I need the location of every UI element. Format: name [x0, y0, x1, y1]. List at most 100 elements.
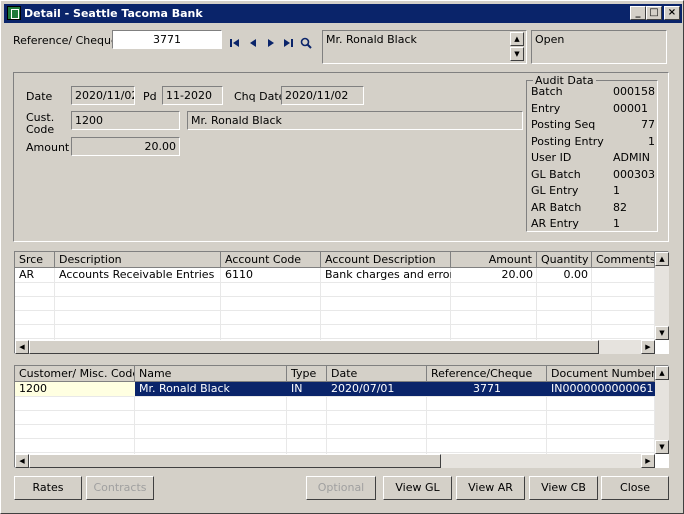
last-record-icon[interactable] [282, 37, 294, 49]
audit-label: AR Entry [531, 217, 579, 230]
grid-row-line [15, 410, 655, 411]
grid-row-line [15, 282, 655, 283]
chq-date-field: 2020/11/02 [281, 86, 364, 105]
gl-scroll-left[interactable]: ◀ [15, 340, 29, 354]
grid-row-line [15, 338, 655, 339]
audit-value: 00001 [613, 101, 648, 115]
gl_grid-cell[interactable]: Accounts Receivable Entries [55, 268, 221, 282]
grid-row-line [15, 452, 655, 453]
ar-grid-body: Customer/ Misc. Code Name Type Date Referenc… [15, 366, 655, 454]
chq-date-label: Chq Date [234, 90, 286, 103]
gl-scroll-right[interactable]: ▶ [641, 340, 655, 354]
detail-window: Detail - Seattle Tacoma Bank _ □ × Refer… [0, 0, 684, 514]
gl-scroll-down[interactable]: ▼ [655, 326, 669, 340]
cust-code-label-line2: Code [26, 123, 55, 136]
audit-value: 1 [613, 184, 620, 197]
customer-code-field: 1200 [71, 111, 180, 130]
period-field: 11-2020 [162, 86, 223, 105]
window-title: Detail - Seattle Tacoma Bank [24, 7, 203, 20]
ar_grid-cell[interactable]: 2020/07/01 [327, 382, 427, 396]
ar_grid-column-header[interactable]: Name [135, 366, 287, 382]
gl_grid-cell[interactable]: AR [15, 268, 55, 282]
gl_grid-cell[interactable]: 6110 [221, 268, 321, 282]
title-bar: Detail - Seattle Tacoma Bank _ □ × [4, 4, 682, 23]
gl_grid-column-header[interactable]: Srce [15, 252, 55, 268]
close-window-button[interactable]: × [664, 6, 680, 20]
view-ar-button[interactable]: View AR [456, 476, 525, 500]
audit-label: Batch [531, 85, 563, 98]
ar-hscroll-thumb[interactable] [29, 454, 441, 468]
first-record-icon[interactable] [229, 37, 241, 49]
close-button[interactable]: Close [601, 476, 669, 500]
amount-label: Amount [26, 141, 70, 154]
audit-label: Entry [531, 101, 561, 115]
ar_grid-cell[interactable]: 3771 [427, 382, 547, 396]
status-display: Open [531, 30, 667, 64]
gl_grid-column-header[interactable]: Quantity [537, 252, 592, 268]
search-icon[interactable] [300, 37, 312, 49]
audit-value: 77 [641, 118, 655, 131]
rates-button[interactable]: Rates [14, 476, 82, 500]
ar_grid-cell[interactable]: IN0000000000061 [547, 382, 655, 396]
gl_grid-column-header[interactable]: Comments [592, 252, 655, 268]
gl_grid-cell[interactable]: 20.00 [451, 268, 537, 282]
date-field: 2020/11/02 [71, 86, 135, 105]
gl_grid-cell[interactable]: 0.00 [537, 268, 592, 282]
ar-scroll-down[interactable]: ▼ [655, 440, 669, 454]
grid-row-line [15, 424, 655, 425]
ar_grid-cell[interactable]: 1200 [15, 382, 135, 396]
ar_grid-column-header[interactable]: Reference/Cheque [427, 366, 547, 382]
payee-text: Mr. Ronald Black [326, 33, 417, 46]
grid-row-line [15, 438, 655, 439]
ar_grid-column-header[interactable]: Customer/ Misc. Code [15, 366, 135, 382]
ar_grid-column-header[interactable]: Date [327, 366, 427, 382]
audit-label: User ID [531, 151, 572, 164]
customer-name-field: Mr. Ronald Black [187, 111, 523, 130]
gl_grid-column-header[interactable]: Amount [451, 252, 537, 268]
audit-value: 000158 [613, 85, 655, 98]
audit-value: 1 [648, 134, 655, 148]
app-icon [7, 6, 21, 20]
gl-scroll-up[interactable]: ▲ [655, 252, 669, 266]
audit-label: Posting Entry [531, 134, 604, 148]
payee-scroll-down[interactable]: ▼ [510, 47, 524, 61]
gl_grid-column-header[interactable]: Description [55, 252, 221, 268]
audit-label: GL Batch [531, 167, 581, 181]
gl_grid-column-header[interactable]: Account Description [321, 252, 451, 268]
ar_grid-column-header[interactable]: Type [287, 366, 327, 382]
audit-value: ADMIN [613, 151, 650, 164]
audit-label: Posting Seq [531, 118, 596, 131]
minimize-button[interactable]: _ [630, 6, 646, 20]
gl-hscroll-thumb[interactable] [29, 340, 599, 354]
previous-record-icon[interactable] [247, 37, 259, 49]
gl_grid-cell[interactable]: Bank charges and errors [321, 268, 451, 282]
maximize-button[interactable]: □ [646, 6, 662, 20]
grid-row-line [15, 324, 655, 325]
gl_grid-cell[interactable] [592, 268, 655, 282]
ar-scroll-right[interactable]: ▶ [641, 454, 655, 468]
audit-value: 82 [613, 200, 627, 214]
payee-display: Mr. Ronald Black [322, 30, 527, 64]
ar_grid-cell[interactable]: Mr. Ronald Black [135, 382, 287, 396]
audit-value: 1 [613, 217, 620, 230]
contracts-button[interactable]: Contracts [86, 476, 154, 500]
optional-button[interactable]: Optional [306, 476, 376, 500]
ar_grid-cell[interactable]: IN [287, 382, 327, 396]
gl_grid-column-header[interactable]: Account Code [221, 252, 321, 268]
ar_grid-column-header[interactable]: Document Number [547, 366, 655, 382]
view-cb-button[interactable]: View CB [529, 476, 598, 500]
grid-row-line [15, 396, 655, 397]
audit-label: GL Entry [531, 184, 579, 197]
amount-field: 20.00 [71, 137, 180, 156]
grid-row-line [15, 296, 655, 297]
reference-input[interactable]: 3771 [112, 30, 222, 49]
next-record-icon[interactable] [265, 37, 277, 49]
grid-row-line [15, 310, 655, 311]
ar-scroll-up[interactable]: ▲ [655, 366, 669, 380]
audit-label: AR Batch [531, 200, 582, 214]
date-label: Date [26, 90, 53, 103]
view-gl-button[interactable]: View GL [383, 476, 452, 500]
payee-scroll-up[interactable]: ▲ [510, 32, 524, 46]
ar-scroll-left[interactable]: ◀ [15, 454, 29, 468]
gl-grid-body: Srce Description Account Code Account Descr… [15, 252, 655, 340]
